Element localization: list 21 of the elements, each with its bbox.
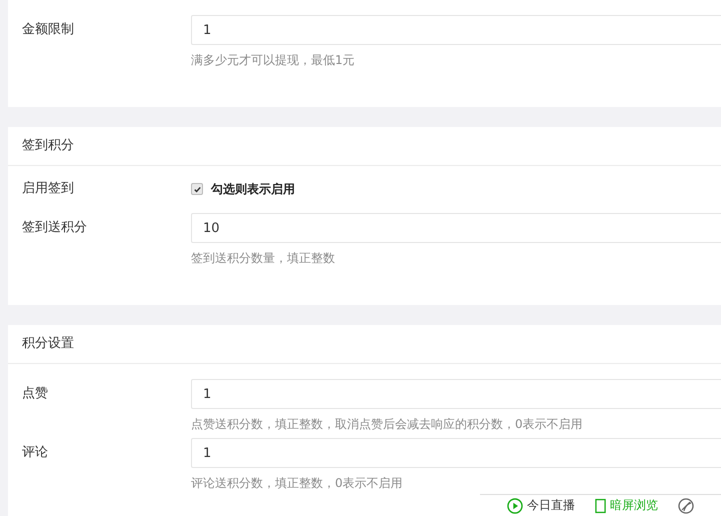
section-title: 签到积分 — [8, 127, 721, 166]
help-text: 点赞送积分数，填正整数，取消点赞后会减去响应的积分数，0表示不启用 — [191, 416, 584, 432]
help-text: 签到送积分数量，填正整数 — [191, 250, 336, 266]
rectangle-icon — [595, 498, 606, 514]
input-field[interactable]: 1 — [191, 15, 721, 45]
input-field[interactable]: 10 — [191, 213, 721, 243]
input-field[interactable]: 1 — [191, 438, 721, 468]
status-bar-button[interactable]: 今日直播 — [507, 497, 575, 514]
section-title: 积分设置 — [8, 325, 721, 364]
help-text: 满多少元才可以提现，最低1元 — [191, 52, 356, 68]
checkmark-icon — [192, 184, 202, 194]
field-label: 点赞 — [21, 385, 49, 403]
help-text: 评论送积分数，填正整数，0表示不启用 — [191, 475, 404, 491]
play-icon — [507, 498, 523, 514]
checkbox-label: 勾选则表示启用 — [211, 180, 295, 198]
field-label: 启用签到 — [21, 181, 75, 197]
field-label: 金额限制 — [21, 21, 75, 39]
checkbox[interactable] — [191, 183, 203, 195]
field-label: 签到送积分 — [21, 219, 88, 237]
field-label: 评论 — [21, 444, 49, 462]
input-field[interactable]: 1 — [191, 379, 721, 409]
